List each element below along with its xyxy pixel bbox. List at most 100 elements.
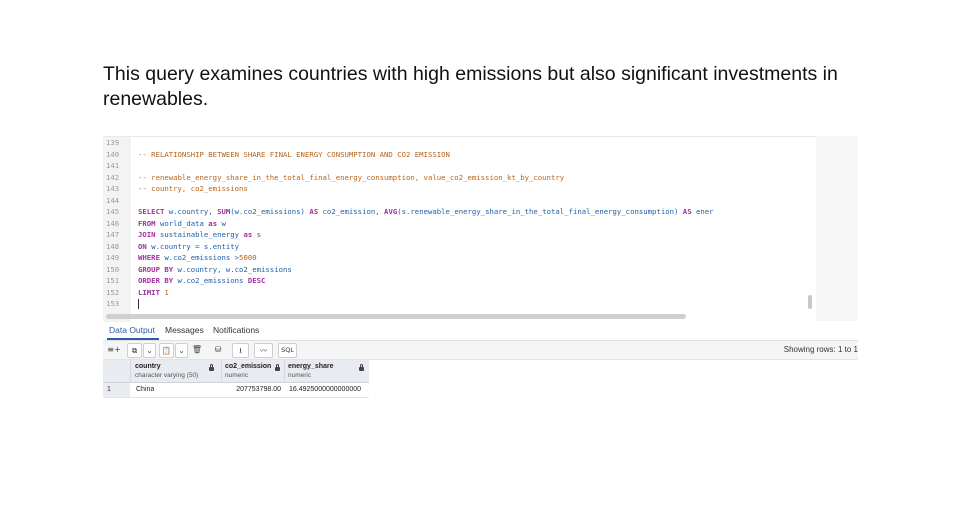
sql-keyword: GROUP BY <box>138 264 174 274</box>
column-name: energy_share <box>288 363 334 370</box>
sql-number: 5000 <box>239 253 257 262</box>
horizontal-scrollbar-thumb[interactable] <box>106 314 686 319</box>
sql-keyword: WHERE <box>138 253 160 262</box>
tab-data-output[interactable]: Data Output <box>109 325 155 335</box>
column-type: numeric <box>225 372 249 379</box>
line-number: 140 <box>106 149 120 159</box>
sql-keyword: AS <box>682 207 692 216</box>
sql-comment: -- RELATIONSHIP BETWEEN SHARE FINAL ENER… <box>138 149 450 159</box>
cell-co2-emission[interactable]: 207753798.00 <box>221 383 281 397</box>
row-number: 1 <box>103 383 130 397</box>
line-number: 144 <box>106 195 120 205</box>
code-line: 146 FROM world_data as w <box>103 218 816 230</box>
sql-function: SUM <box>217 207 231 216</box>
grid-header: country character varying (50) co2_emiss… <box>103 360 369 383</box>
text-cursor <box>138 299 139 309</box>
result-tabs: Data Output Messages Notifications <box>103 322 858 341</box>
sql-keyword: DESC <box>247 276 266 285</box>
sql-button[interactable]: SQL <box>278 343 297 358</box>
code-line: 140 -- RELATIONSHIP BETWEEN SHARE FINAL E… <box>103 149 816 161</box>
line-number: 142 <box>106 172 120 182</box>
sql-text: w.co2_emissions <box>173 276 248 285</box>
sql-keyword: ORDER BY <box>138 276 174 285</box>
sql-keyword: ON <box>138 241 147 251</box>
intro-text: This query examines countries with high … <box>103 63 838 110</box>
line-number: 149 <box>106 253 120 262</box>
code-line: 147 JOIN sustainable_energy as s <box>103 229 816 241</box>
column-type: character varying (50) <box>135 372 199 379</box>
line-number: 145 <box>106 207 120 216</box>
chevron-down-icon[interactable]: ⌄ <box>175 343 188 358</box>
code-line: 153 <box>103 298 816 310</box>
line-number: 139 <box>106 138 120 147</box>
download-icon[interactable]: ⭳ <box>232 343 249 358</box>
sql-keyword: LIMIT <box>138 287 160 297</box>
table-row[interactable]: 1 China 207753798.00 16.4925000000000000 <box>103 383 369 398</box>
add-row-icon[interactable]: ≡+ <box>107 343 121 356</box>
line-number: 147 <box>106 230 120 239</box>
sql-text: w <box>217 218 226 228</box>
chevron-down-icon[interactable]: ⌄ <box>143 343 156 358</box>
column-name: country <box>135 363 161 370</box>
graph-icon[interactable]: 〰 <box>254 343 273 358</box>
cell-country[interactable]: China <box>136 383 154 397</box>
tab-messages[interactable]: Messages <box>165 325 204 335</box>
sql-editor[interactable]: 139 140 -- RELATIONSHIP BETWEEN SHARE FIN… <box>103 136 816 322</box>
code-line: 143 -- country, co2_emissions <box>103 183 816 195</box>
code-line: 142 -- renewable_energy_share_in_the_tota… <box>103 172 816 184</box>
lock-icon <box>275 364 280 371</box>
sql-keyword: FROM <box>138 218 156 228</box>
sql-text: co2_emission, <box>318 207 385 216</box>
result-toolbar: ≡+ ⧉ ⌄ 📋 ⌄ 🗑 ⛁ ⭳ 〰 SQL Showing rows: 1 t… <box>103 341 858 360</box>
sql-text: sustainable_energy <box>155 230 244 239</box>
code-line: 152 LIMIT 1 <box>103 287 816 299</box>
line-number: 141 <box>106 161 120 170</box>
code-line: 144 <box>103 195 816 207</box>
column-header[interactable]: country character varying (50) <box>135 362 215 380</box>
sql-keyword: JOIN <box>138 230 156 239</box>
cell-energy-share[interactable]: 16.4925000000000000 <box>289 383 361 397</box>
editor-margin <box>816 136 858 321</box>
rows-info: Showing rows: 1 to 1 <box>783 345 858 354</box>
lock-icon <box>209 364 214 371</box>
sql-text: w.country, w.co2_emissions <box>173 264 292 274</box>
sql-text: (s.renewable_energy_share_in_the_total_f… <box>397 207 683 216</box>
code-line: 145 SELECT w.country, SUM(w.co2_emissions… <box>103 206 816 218</box>
paste-icon[interactable]: 📋 <box>159 343 174 358</box>
column-type: numeric <box>288 372 312 379</box>
tab-notifications[interactable]: Notifications <box>213 325 259 335</box>
delete-icon[interactable]: 🗑 <box>191 343 203 356</box>
line-number: 151 <box>106 276 120 285</box>
line-number: 146 <box>106 218 120 228</box>
sql-keyword: SELECT <box>138 207 165 216</box>
sql-text: s <box>252 230 262 239</box>
sql-comment: -- country, co2_emissions <box>138 184 248 193</box>
sql-text: (w.co2_emissions) <box>230 207 310 216</box>
vertical-scrollbar[interactable] <box>808 295 812 309</box>
line-number: 153 <box>106 299 120 308</box>
line-number: 150 <box>106 264 120 274</box>
code-line: 148 ON w.country = s.entity <box>103 241 816 253</box>
sql-text: w.country = s.entity <box>146 241 240 251</box>
sql-comment: -- renewable_energy_share_in_the_total_f… <box>138 172 565 182</box>
code-line: 149 WHERE w.co2_emissions >5000 <box>103 252 816 264</box>
horizontal-scrollbar-track[interactable] <box>103 314 816 320</box>
save-data-icon[interactable]: ⛁ <box>211 343 225 356</box>
code-line: 150 GROUP BY w.country, w.co2_emissions <box>103 264 816 276</box>
copy-icon[interactable]: ⧉ <box>127 343 142 358</box>
line-number: 143 <box>106 184 120 193</box>
sql-text: w.co2_emissions > <box>159 253 240 262</box>
code-line: 141 <box>103 160 816 172</box>
line-number: 148 <box>106 241 120 251</box>
sql-function: AVG <box>384 207 398 216</box>
sql-keyword: AS <box>309 207 319 216</box>
lock-icon <box>359 364 364 371</box>
sql-keyword: as <box>243 230 253 239</box>
line-number: 152 <box>106 287 120 297</box>
code-line: 151 ORDER BY w.co2_emissions DESC <box>103 275 816 287</box>
sql-text: ener <box>691 207 714 216</box>
sql-text: world_data <box>155 218 209 228</box>
sql-keyword: as <box>208 218 218 228</box>
column-header[interactable]: energy_share numeric <box>288 362 358 380</box>
sql-number: 1 <box>164 287 169 297</box>
